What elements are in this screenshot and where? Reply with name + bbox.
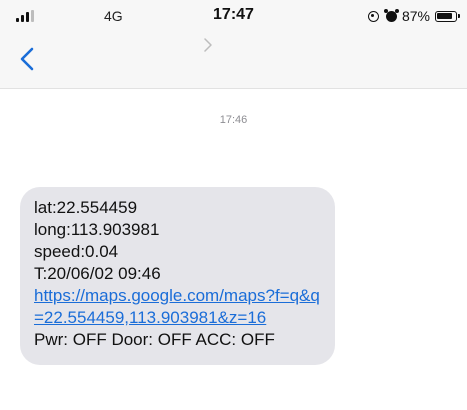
message-line-status: Pwr: OFF Door: OFF ACC: OFF (34, 330, 275, 349)
message-bubble[interactable]: lat:22.554459 long:113.903981 speed:0.04… (20, 187, 335, 365)
back-button[interactable] (14, 44, 40, 74)
message-line-lat: lat:22.554459 (34, 198, 138, 217)
maps-link[interactable]: https://maps.google.com/maps?f=q&q=22.55… (34, 285, 323, 329)
message-line-speed: speed:0.04 (34, 242, 119, 261)
status-bar: 4G 17:47 87% (0, 0, 467, 32)
message-line-time: T:20/06/02 09:46 (34, 264, 161, 283)
alarm-icon (383, 8, 399, 22)
message-timestamp: 17:46 (219, 114, 248, 126)
chevron-right-icon[interactable] (203, 38, 213, 52)
battery-icon (435, 10, 460, 22)
orientation-lock-icon (367, 10, 379, 22)
conversation-header (0, 32, 467, 89)
status-indicators: 87% (367, 8, 460, 24)
message-line-long: long:113.903981 (34, 220, 160, 239)
battery-percent: 87% (401, 8, 430, 24)
chevron-left-icon (20, 47, 34, 71)
